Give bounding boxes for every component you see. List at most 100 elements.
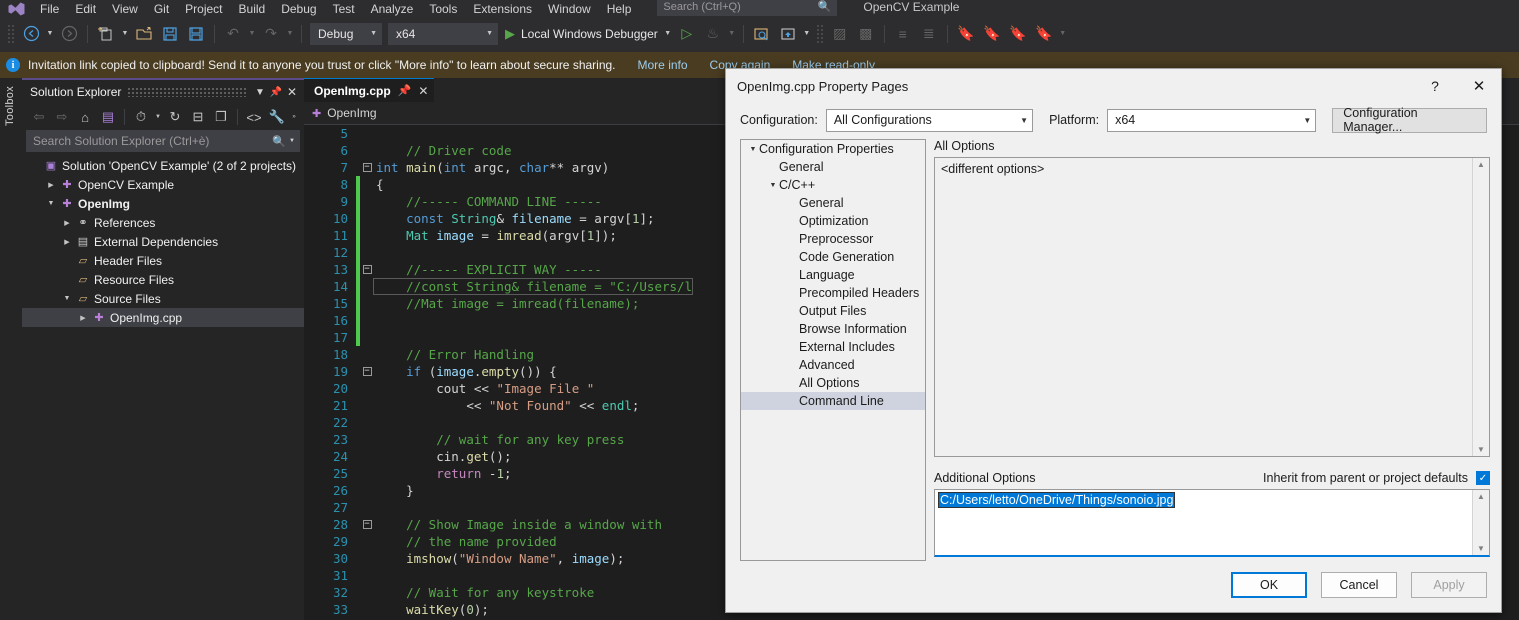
solution-tree-item[interactable]: ▱ Header Files	[22, 251, 304, 270]
solution-tree-item[interactable]: ▣ Solution 'OpenCV Example' (2 of 2 proje…	[22, 156, 304, 175]
property-category-item[interactable]: Browse Information	[741, 320, 925, 338]
property-category-item[interactable]: Advanced	[741, 356, 925, 374]
solution-tree-item[interactable]: ▶ ▤ External Dependencies	[22, 232, 304, 251]
collapse-region-icon[interactable]: −	[360, 265, 374, 274]
help-icon[interactable]: ?	[1413, 70, 1457, 103]
property-category-item[interactable]: Code Generation	[741, 248, 925, 266]
scroll-down-icon[interactable]: ▼	[1477, 544, 1485, 553]
breadcrumb-label[interactable]: OpenImg	[327, 106, 376, 120]
refresh-icon[interactable]: ↻	[164, 106, 186, 128]
menu-extensions[interactable]: Extensions	[465, 0, 540, 16]
save-icon[interactable]	[157, 21, 183, 47]
close-tab-icon[interactable]: ✕	[418, 84, 428, 98]
menu-git[interactable]: Git	[146, 0, 177, 16]
solution-explorer-search-input[interactable]: Search Solution Explorer (Ctrl+è) 🔍 ▼	[26, 130, 300, 152]
pending-changes-icon[interactable]: ▤	[97, 106, 119, 128]
more-info-link[interactable]: More info	[638, 58, 688, 72]
solution-tree-item[interactable]: ▼ ✚ OpenImg	[22, 194, 304, 213]
show-all-files-icon[interactable]: <>	[243, 106, 265, 128]
toolbar-grip-2[interactable]	[815, 23, 824, 44]
property-category-item[interactable]: Precompiled Headers	[741, 284, 925, 302]
all-options-listbox[interactable]: <different options> ▲ ▼	[934, 157, 1490, 457]
toolbox-tab[interactable]: Toolbox	[0, 78, 22, 620]
toolbar-overflow-icon[interactable]: ▼	[1057, 21, 1069, 47]
configuration-select[interactable]: All Configurations ▼	[825, 108, 1034, 132]
toggle-bookmark-icon[interactable]: 🔖	[953, 21, 979, 47]
property-category-item[interactable]: External Includes	[741, 338, 925, 356]
menu-window[interactable]: Window	[540, 0, 599, 16]
panel-drag-handle[interactable]	[127, 87, 246, 97]
navigate-backward-dropdown-icon[interactable]: ▼	[44, 21, 56, 47]
property-category-item[interactable]: Optimization	[741, 212, 925, 230]
new-project-dropdown-icon[interactable]: ▼	[119, 21, 131, 47]
property-category-item[interactable]: Output Files	[741, 302, 925, 320]
apply-button[interactable]: Apply	[1411, 572, 1487, 598]
chevron-down-icon[interactable]: ▼	[44, 200, 58, 207]
scroll-up-icon[interactable]: ▲	[1477, 492, 1485, 501]
property-category-item[interactable]: General	[741, 194, 925, 212]
solution-tree-item[interactable]: ▼ ▱ Source Files	[22, 289, 304, 308]
property-category-item[interactable]: Command Line	[741, 392, 925, 410]
solution-tree-item[interactable]: ▶ ⚭ References	[22, 213, 304, 232]
menu-project[interactable]: Project	[177, 0, 230, 16]
start-without-debugging-icon[interactable]: ▷	[674, 21, 700, 47]
collapse-region-icon[interactable]: −	[360, 520, 374, 529]
pin-icon[interactable]: 📌	[268, 87, 284, 98]
chevron-down-icon[interactable]: ▼	[289, 138, 295, 144]
toolbar-grip[interactable]	[7, 23, 15, 44]
start-debugging-dropdown-icon[interactable]: ▼	[662, 21, 674, 47]
chevron-down-icon[interactable]: ▼	[747, 146, 759, 153]
additional-options-scrollbar[interactable]: ▲ ▼	[1472, 490, 1489, 555]
property-category-item[interactable]: ▼ C/C++	[741, 176, 925, 194]
live-visual-tree-dropdown-icon[interactable]: ▼	[801, 21, 813, 47]
scroll-down-icon[interactable]: ▼	[1477, 445, 1485, 454]
new-project-icon[interactable]	[93, 21, 119, 47]
inherit-checkbox[interactable]: ✓	[1476, 471, 1490, 485]
configuration-manager-button[interactable]: Configuration Manager...	[1332, 106, 1487, 134]
chevron-down-icon[interactable]: ▼	[60, 295, 74, 302]
menu-debug[interactable]: Debug	[273, 0, 324, 16]
menu-file[interactable]: File	[32, 0, 67, 16]
menu-test[interactable]: Test	[325, 0, 363, 16]
property-category-item[interactable]: ▼ Configuration Properties	[741, 140, 925, 158]
live-visual-tree-icon[interactable]	[775, 21, 801, 47]
view-history-icon[interactable]: ⏱	[130, 106, 152, 128]
all-options-scrollbar[interactable]: ▲ ▼	[1472, 158, 1489, 456]
properties-icon[interactable]: 🔧	[266, 106, 288, 128]
menu-analyze[interactable]: Analyze	[363, 0, 422, 16]
open-file-icon[interactable]	[131, 21, 157, 47]
close-icon[interactable]: ✕	[1457, 70, 1501, 103]
solution-tree-item[interactable]: ▶ ✚ OpenCV Example	[22, 175, 304, 194]
pin-tab-icon[interactable]: 📌	[398, 84, 412, 97]
solution-tree-item[interactable]: ▱ Resource Files	[22, 270, 304, 289]
chevron-right-icon[interactable]: ▶	[44, 181, 58, 189]
home-icon[interactable]: ⌂	[74, 106, 96, 128]
solution-platform-select[interactable]: x64 ▼	[388, 22, 498, 45]
global-search-input[interactable]: Search (Ctrl+Q) 🔍	[657, 0, 838, 16]
ok-button[interactable]: OK	[1231, 572, 1307, 598]
save-all-icon[interactable]	[183, 21, 209, 47]
chevron-right-icon[interactable]: ▶	[60, 219, 74, 227]
chevron-right-icon[interactable]: ▶	[76, 314, 90, 322]
chevron-right-icon[interactable]: ▶	[60, 238, 74, 246]
chevron-down-icon[interactable]: ▼	[767, 182, 779, 189]
collapse-region-icon[interactable]: −	[360, 163, 374, 172]
properties-window-icon[interactable]: ❐	[210, 106, 232, 128]
start-debugging-button[interactable]: ▶ Local Windows Debugger	[501, 21, 662, 47]
close-icon[interactable]: ✕	[284, 85, 300, 99]
menu-tools[interactable]: Tools	[421, 0, 465, 16]
collapse-region-icon[interactable]: −	[360, 367, 374, 376]
property-category-item[interactable]: All Options	[741, 374, 925, 392]
tab-openimg-cpp[interactable]: OpenImg.cpp 📌 ✕	[304, 78, 435, 102]
scroll-up-icon[interactable]: ▲	[1477, 160, 1485, 169]
cancel-button[interactable]: Cancel	[1321, 572, 1397, 598]
property-category-item[interactable]: General	[741, 158, 925, 176]
solution-configuration-select[interactable]: Debug ▼	[310, 22, 382, 45]
property-category-item[interactable]: Preprocessor	[741, 230, 925, 248]
collapse-all-icon[interactable]: ⊟	[187, 106, 209, 128]
menu-help[interactable]: Help	[599, 0, 640, 16]
panel-menu-icon[interactable]: ▼	[252, 87, 268, 98]
property-category-item[interactable]: Language	[741, 266, 925, 284]
menu-edit[interactable]: Edit	[67, 0, 104, 16]
se-overflow-icon[interactable]: »	[289, 106, 299, 128]
